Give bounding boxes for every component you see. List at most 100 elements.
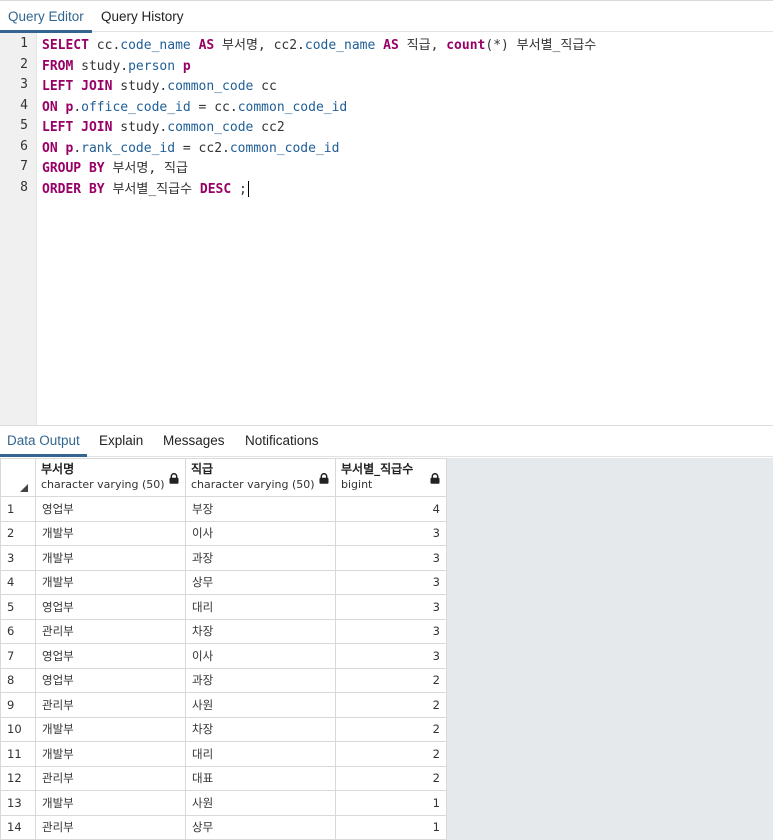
row-number[interactable]: 3 [0, 545, 36, 571]
tab-messages[interactable]: Messages [156, 426, 232, 456]
cell-rank[interactable]: 대표 [185, 765, 336, 791]
table-row[interactable]: 6 관리부 차장 3 [0, 618, 447, 644]
table-row[interactable]: 12 관리부 대표 2 [0, 765, 447, 791]
row-number[interactable]: 14 [0, 814, 36, 840]
row-number[interactable]: 4 [0, 569, 36, 595]
tab-query-history[interactable]: Query History [93, 1, 192, 32]
code-token: . [73, 140, 82, 156]
cell-dept[interactable]: 개발부 [35, 569, 186, 595]
cell-count[interactable]: 3 [335, 569, 447, 595]
cell-count[interactable]: 2 [335, 667, 447, 693]
cell-rank[interactable]: 대리 [185, 741, 336, 767]
code-line[interactable]: FROM study.person p [42, 57, 191, 77]
row-number[interactable]: 11 [0, 741, 36, 767]
cell-rank[interactable]: 과장 [185, 545, 336, 571]
code-token: common_code [167, 120, 254, 135]
table-row[interactable]: 9 관리부 사원 2 [0, 692, 447, 718]
code-token: cc [253, 79, 277, 94]
cell-dept[interactable]: 개발부 [35, 520, 186, 546]
row-number[interactable]: 1 [0, 496, 36, 522]
cell-dept[interactable]: 영업부 [35, 496, 186, 522]
output-tab-bar: Data Output Explain Messages Notificatio… [0, 426, 773, 457]
cell-count[interactable]: 1 [335, 790, 447, 816]
row-number[interactable]: 8 [0, 667, 36, 693]
code-line[interactable]: LEFT JOIN study.common_code cc [42, 77, 277, 97]
table-row[interactable]: 14 관리부 상무 1 [0, 814, 447, 840]
code-line[interactable]: SELECT cc.code_name AS 부서명, cc2.code_nam… [42, 36, 596, 56]
cell-dept[interactable]: 영업부 [35, 667, 186, 693]
table-row[interactable]: 1 영업부 부장 4 [0, 496, 447, 522]
tab-query-editor[interactable]: Query Editor [0, 1, 92, 33]
table-row[interactable]: 8 영업부 과장 2 [0, 667, 447, 693]
table-row[interactable]: 7 영업부 이사 3 [0, 643, 447, 669]
cell-count[interactable]: 3 [335, 594, 447, 620]
row-number[interactable]: 5 [0, 594, 36, 620]
row-number[interactable]: 10 [0, 716, 36, 742]
cell-rank[interactable]: 과장 [185, 667, 336, 693]
cell-rank[interactable]: 차장 [185, 618, 336, 644]
cell-dept[interactable]: 관리부 [35, 814, 186, 840]
table-row[interactable]: 3 개발부 과장 3 [0, 545, 447, 571]
cell-dept[interactable]: 개발부 [35, 790, 186, 816]
cell-rank[interactable]: 차장 [185, 716, 336, 742]
cell-rank[interactable]: 이사 [185, 520, 336, 546]
row-number[interactable]: 9 [0, 692, 36, 718]
table-row[interactable]: 4 개발부 상무 3 [0, 569, 447, 595]
code-line[interactable]: GROUP BY 부서명, 직급 [42, 159, 188, 179]
cell-count[interactable]: 3 [335, 520, 447, 546]
cell-dept[interactable]: 관리부 [35, 618, 186, 644]
code-token: cc. [88, 38, 121, 53]
cell-rank[interactable]: 이사 [185, 643, 336, 669]
row-number[interactable]: 7 [0, 643, 36, 669]
select-all-corner[interactable] [0, 458, 36, 497]
cell-rank[interactable]: 부장 [185, 496, 336, 522]
code-token: common_code [167, 79, 254, 94]
column-header-rank[interactable]: 직급 character varying (50) [185, 458, 336, 497]
code-line[interactable]: ON p.office_code_id = cc.common_code_id [42, 98, 347, 118]
column-type: character varying (50) [41, 478, 165, 491]
cell-dept[interactable]: 개발부 [35, 716, 186, 742]
row-number[interactable]: 12 [0, 765, 36, 791]
cell-count[interactable]: 4 [335, 496, 447, 522]
table-row[interactable]: 13 개발부 사원 1 [0, 790, 447, 816]
cell-count[interactable]: 1 [335, 814, 447, 840]
cell-rank[interactable]: 상무 [185, 814, 336, 840]
cell-rank[interactable]: 대리 [185, 594, 336, 620]
cell-dept[interactable]: 관리부 [35, 765, 186, 791]
cell-count[interactable]: 2 [335, 741, 447, 767]
cell-dept[interactable]: 영업부 [35, 643, 186, 669]
cell-dept[interactable]: 개발부 [35, 545, 186, 571]
header-row: 부서명 character varying (50) 직급 character … [0, 458, 447, 497]
table-row[interactable]: 5 영업부 대리 3 [0, 594, 447, 620]
cell-count[interactable]: 2 [335, 716, 447, 742]
code-line[interactable]: ON p.rank_code_id = cc2.common_code_id [42, 139, 339, 159]
cell-dept[interactable]: 영업부 [35, 594, 186, 620]
cell-count[interactable]: 2 [335, 765, 447, 791]
table-row[interactable]: 10 개발부 차장 2 [0, 716, 447, 742]
cell-dept[interactable]: 관리부 [35, 692, 186, 718]
cell-rank[interactable]: 사원 [185, 790, 336, 816]
sql-editor[interactable]: 1 2 3 4 5 6 7 8 SELECT cc.code_name AS 부… [0, 33, 773, 425]
row-number[interactable]: 6 [0, 618, 36, 644]
row-number[interactable]: 2 [0, 520, 36, 546]
column-header-dept[interactable]: 부서명 character varying (50) [35, 458, 186, 497]
tab-explain[interactable]: Explain [92, 426, 150, 456]
cell-count[interactable]: 2 [335, 692, 447, 718]
line-number: 5 [20, 118, 28, 133]
cell-rank[interactable]: 사원 [185, 692, 336, 718]
tab-notifications[interactable]: Notifications [238, 426, 326, 456]
row-number[interactable]: 13 [0, 790, 36, 816]
code-line[interactable]: LEFT JOIN study.common_code cc2 [42, 118, 285, 138]
table-row[interactable]: 11 개발부 대리 2 [0, 741, 447, 767]
column-header-count[interactable]: 부서별_직급수 bigint [335, 458, 447, 497]
code-line[interactable]: ORDER BY 부서별_직급수 DESC ; [42, 180, 249, 200]
cell-count[interactable]: 3 [335, 545, 447, 571]
code-token: study. [112, 79, 168, 94]
cell-rank[interactable]: 상무 [185, 569, 336, 595]
table-row[interactable]: 2 개발부 이사 3 [0, 520, 447, 546]
cell-count[interactable]: 3 [335, 643, 447, 669]
cell-count[interactable]: 3 [335, 618, 447, 644]
tab-data-output[interactable]: Data Output [0, 426, 87, 457]
cell-dept[interactable]: 개발부 [35, 741, 186, 767]
